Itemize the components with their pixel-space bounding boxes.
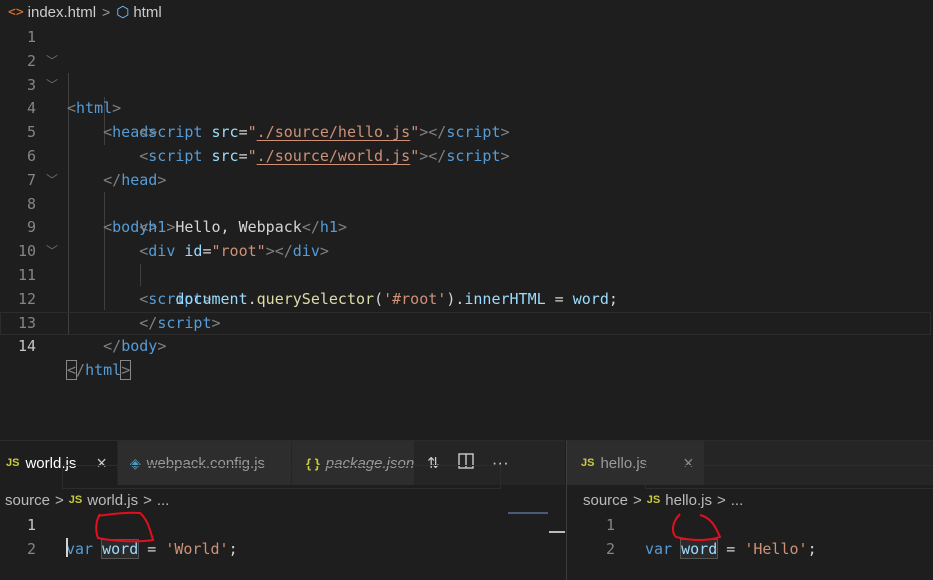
red-annotation-circle bbox=[95, 511, 722, 543]
